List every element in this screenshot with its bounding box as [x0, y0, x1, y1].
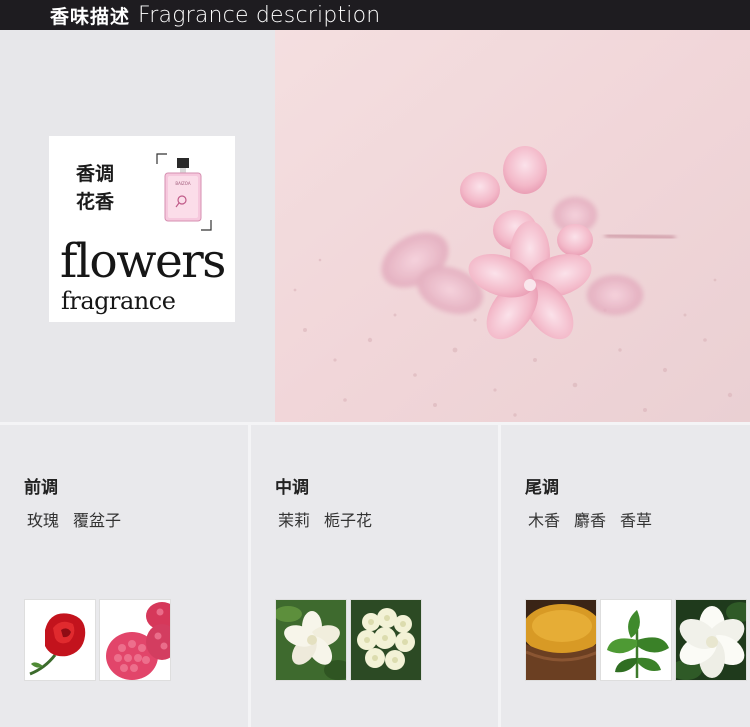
rose-thumbnail [24, 599, 96, 681]
spice-bowl-thumbnail [525, 599, 597, 681]
raspberry-thumbnail [99, 599, 171, 681]
middle-notes-items: 茉莉 栀子花 [278, 507, 386, 531]
perfume-bottle-icon: BAIZOA [156, 153, 212, 231]
jasmine-icon [276, 600, 346, 680]
note-item: 香草 [620, 511, 653, 530]
top-notes-column: 前调 玫瑰 覆盆子 [0, 425, 248, 727]
top-notes-items: 玫瑰 覆盆子 [27, 507, 135, 531]
gardenia-cluster-thumbnail [350, 599, 422, 681]
note-item: 麝香 [574, 511, 607, 530]
white-gardenia-thumbnail [675, 599, 747, 681]
rose-icon [25, 600, 95, 680]
hero-flower-image [275, 30, 750, 422]
header-title-cn: 香味描述 [50, 5, 131, 28]
flowers-word: flowers [60, 234, 226, 289]
middle-notes-column: 中调 茉莉 栀子花 [251, 425, 498, 727]
jasmine-thumbnail [275, 599, 347, 681]
scent-label-line1: 香调 [76, 163, 115, 185]
white-gardenia-icon [676, 600, 746, 680]
base-notes-items: 木香 麝香 香草 [528, 507, 666, 531]
scent-card: 香调 花香 BAIZOA flowers fragrance [49, 136, 235, 322]
note-item: 覆盆子 [73, 511, 122, 530]
header-title-en: Fragrance description [138, 2, 381, 28]
top-notes-title: 前调 [24, 478, 58, 498]
note-item: 玫瑰 [27, 511, 60, 530]
top-notes-thumbnails [24, 599, 171, 681]
note-item: 栀子花 [324, 511, 373, 530]
base-notes-column: 尾调 木香 麝香 香草 [501, 425, 750, 727]
scent-label-line2: 花香 [76, 191, 115, 213]
base-notes-thumbnails [525, 599, 747, 681]
svg-text:BAIZOA: BAIZOA [175, 181, 190, 186]
note-item: 茉莉 [278, 511, 311, 530]
raspberry-icon [100, 600, 170, 680]
spice-bowl-icon [526, 600, 596, 680]
fragrance-word: fragrance [61, 287, 176, 315]
basil-leaf-thumbnail [600, 599, 672, 681]
middle-notes-title: 中调 [275, 478, 309, 498]
basil-leaf-icon [601, 600, 671, 680]
middle-notes-thumbnails [275, 599, 422, 681]
note-item: 木香 [528, 511, 561, 530]
scent-type-label: 香调 花香 [76, 160, 114, 216]
pink-flower-illustration [275, 30, 750, 422]
section-header: 香味描述 Fragrance description [0, 0, 750, 30]
gardenia-cluster-icon [351, 600, 421, 680]
base-notes-title: 尾调 [525, 478, 559, 498]
